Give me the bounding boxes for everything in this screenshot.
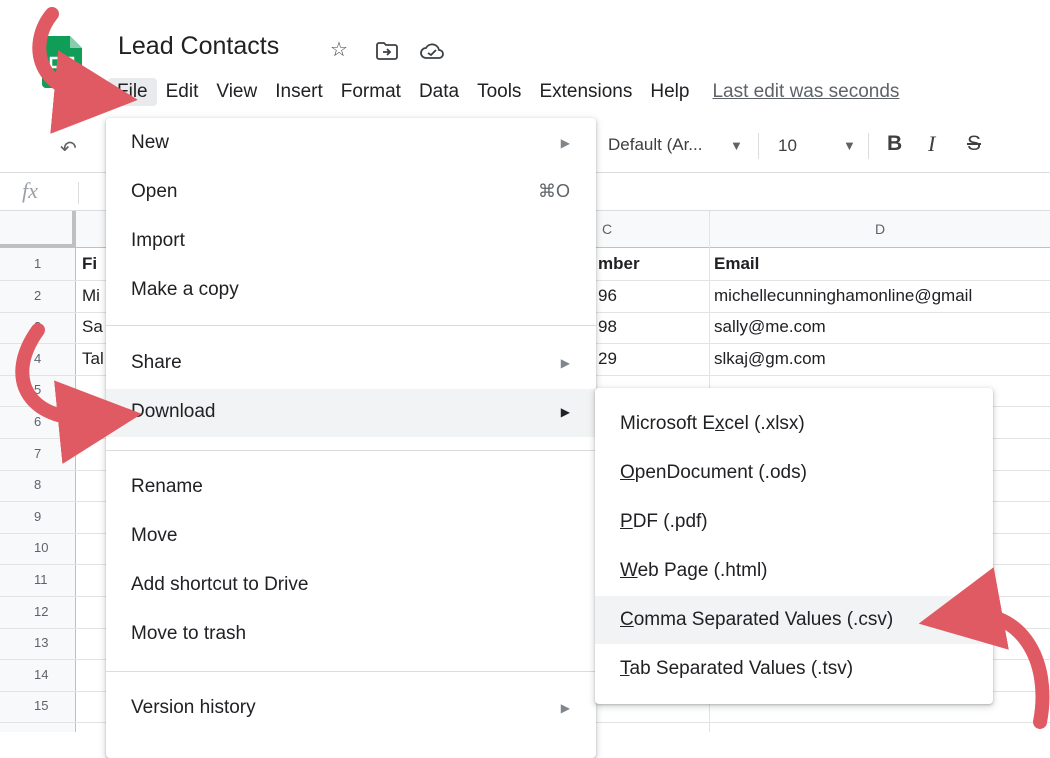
annotation-arrows [15, 7, 1050, 729]
arrow-to-download-icon [15, 323, 142, 464]
arrow-to-csv-icon [918, 567, 1050, 729]
arrow-to-file-menu-icon [32, 7, 138, 134]
